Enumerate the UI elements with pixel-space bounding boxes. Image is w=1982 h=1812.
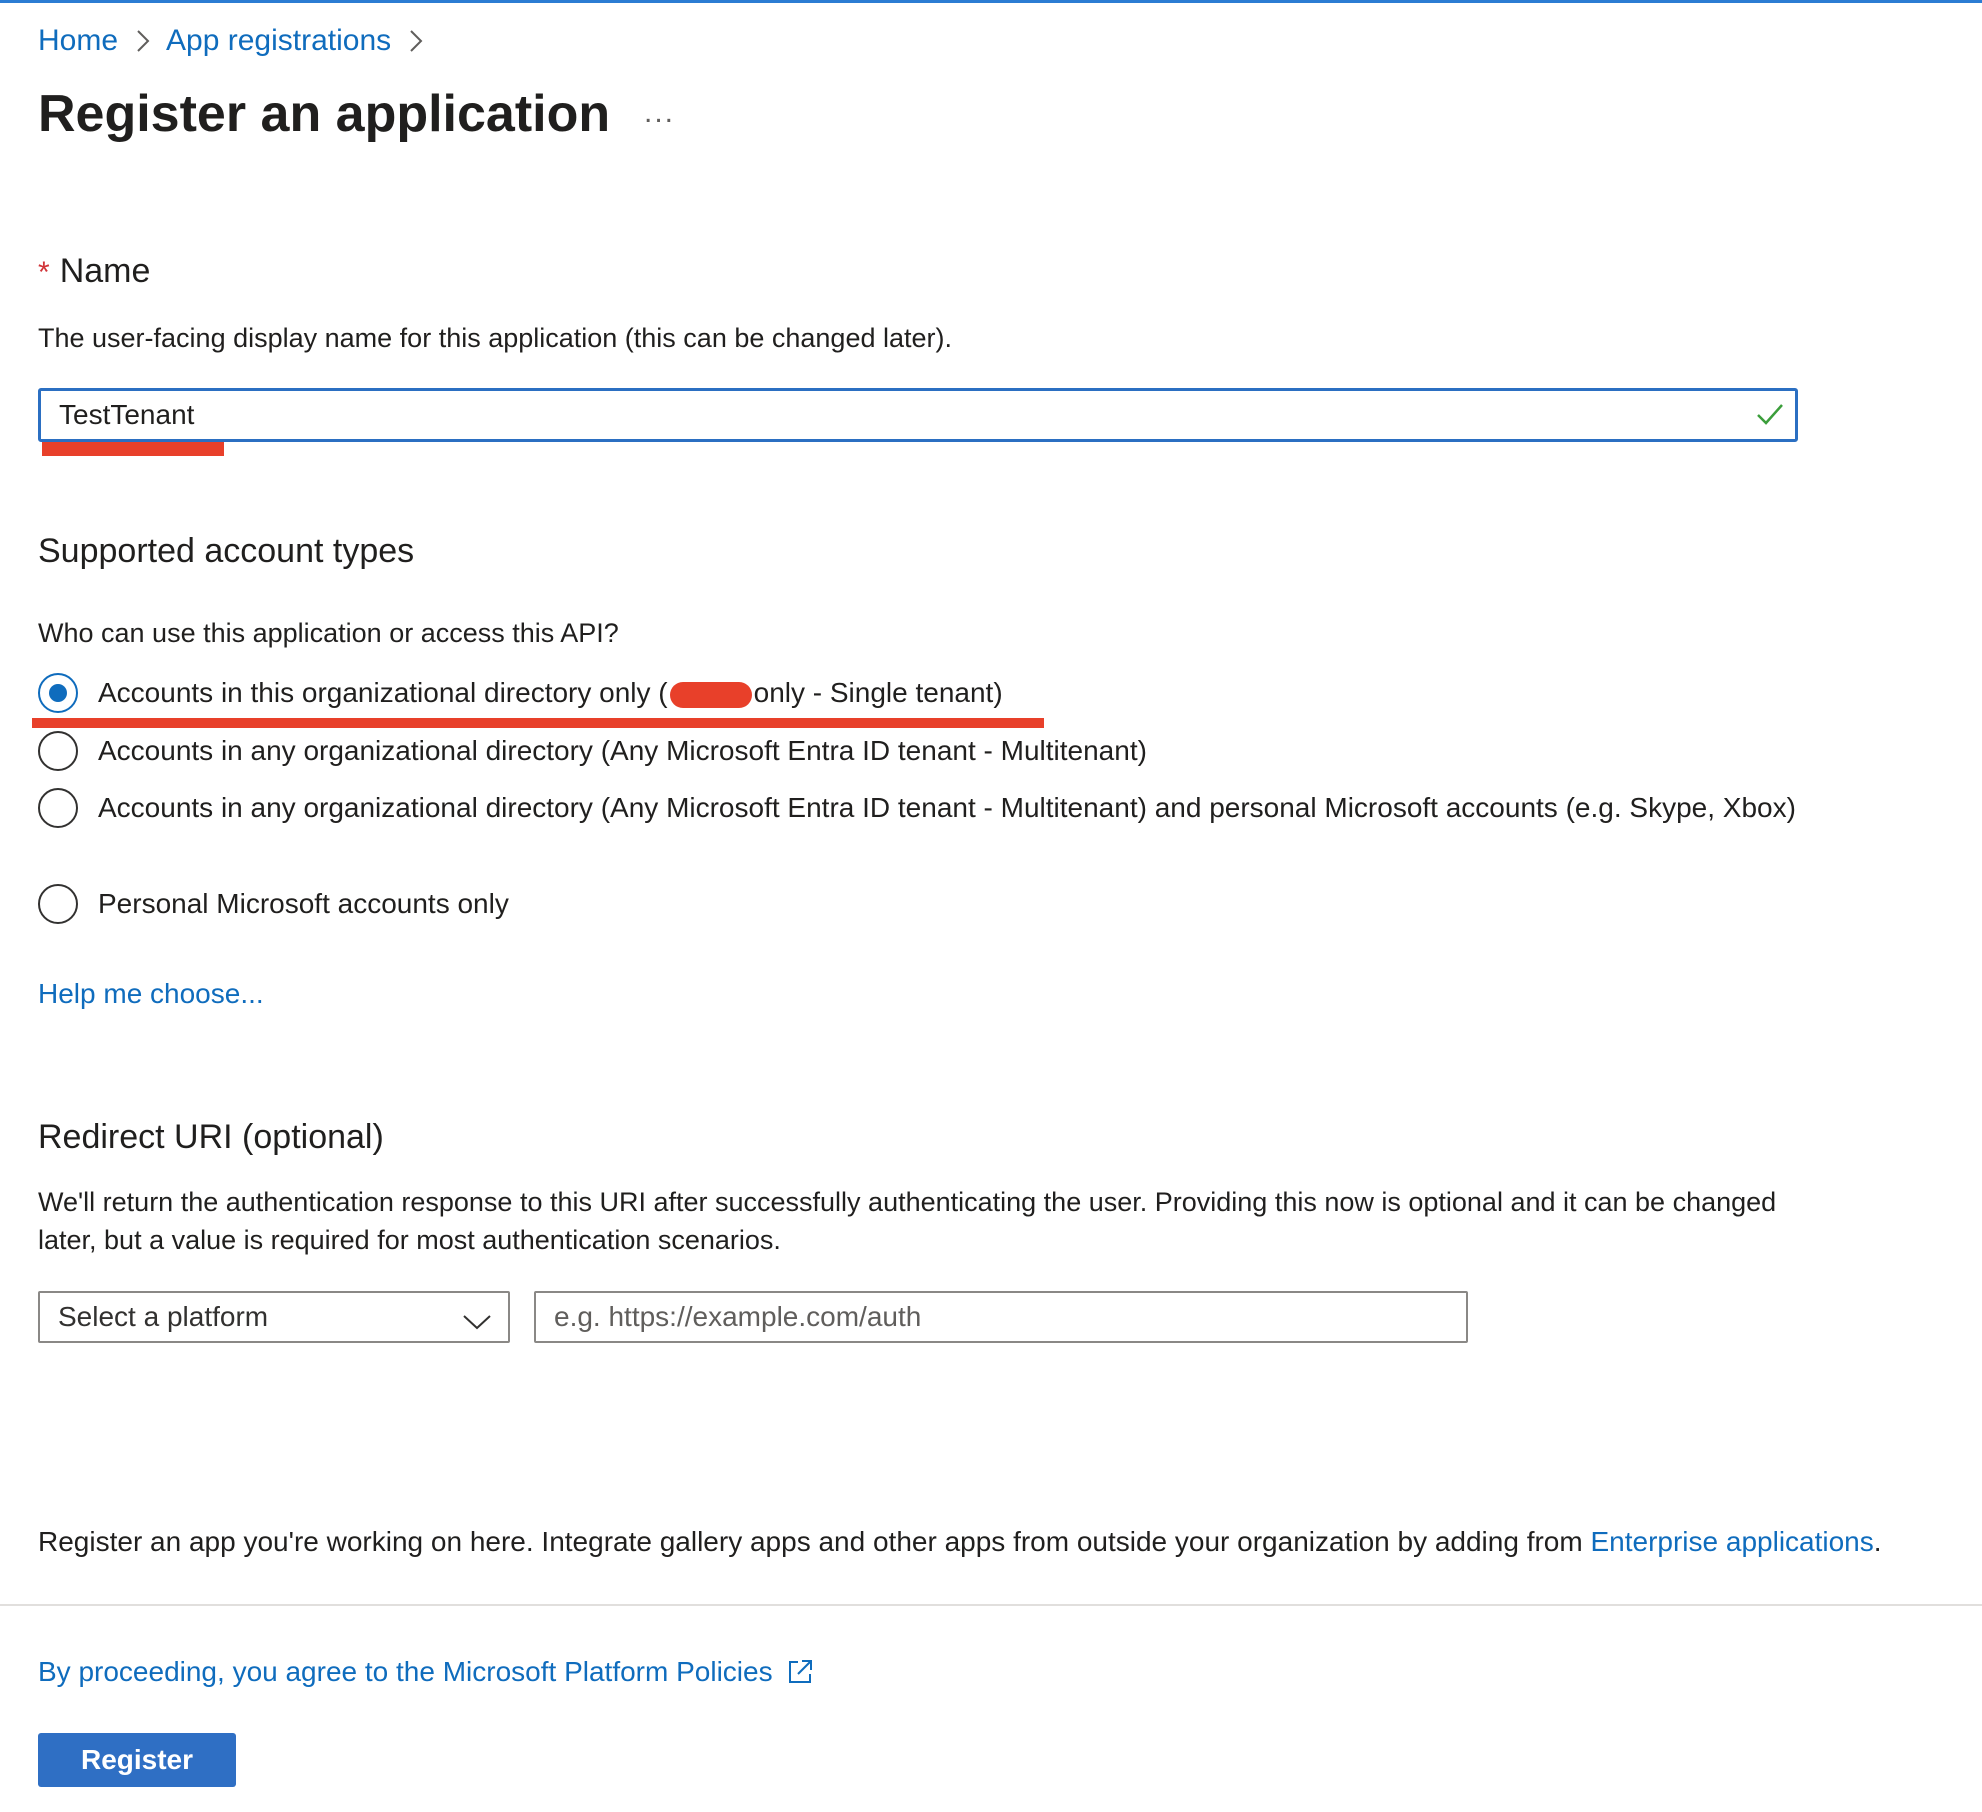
redirect-uri-description: We'll return the authentication response… — [38, 1187, 1777, 1255]
required-marker: * — [38, 256, 50, 289]
name-label: * Name — [38, 252, 150, 291]
account-types-heading: Supported account types — [38, 532, 415, 570]
top-accent-line — [0, 0, 1982, 3]
external-link-icon — [785, 1657, 815, 1687]
annotation-underline — [32, 718, 1044, 728]
enterprise-applications-link[interactable]: Enterprise applications — [1590, 1526, 1873, 1557]
annotation-underline — [42, 442, 224, 456]
radio-button[interactable] — [38, 731, 78, 771]
radio-single-tenant[interactable]: Accounts in this organizational director… — [38, 673, 1003, 713]
redirect-uri-input[interactable] — [534, 1291, 1468, 1343]
radio-personal-only-label: Personal Microsoft accounts only — [98, 888, 509, 919]
name-label-text: Name — [59, 252, 151, 290]
chevron-right-icon — [409, 29, 423, 53]
platform-policies-text: By proceeding, you agree to the Microsof… — [38, 1656, 773, 1687]
chevron-right-icon — [136, 29, 150, 53]
page-title: Register an application — [38, 85, 611, 143]
redaction-mark — [669, 681, 752, 708]
radio-personal-only[interactable]: Personal Microsoft accounts only — [38, 884, 509, 924]
platform-policies-link[interactable]: By proceeding, you agree to the Microsof… — [38, 1656, 815, 1688]
radio-button[interactable] — [38, 788, 78, 828]
radio-button-checked[interactable] — [38, 673, 78, 713]
more-options-button[interactable]: ... — [644, 96, 675, 130]
footer-note: Register an app you're working on here. … — [38, 1526, 1882, 1557]
account-types-question: Who can use this application or access t… — [38, 618, 619, 648]
radio-multitenant[interactable]: Accounts in any organizational directory… — [38, 731, 1147, 771]
radio-multitenant-personal-label: Accounts in any organizational directory… — [98, 792, 1796, 823]
radio-single-tenant-label: Accounts in this organizational director… — [98, 677, 1003, 708]
breadcrumb: Home App registrations — [38, 24, 439, 58]
platform-select-value: Select a platform — [58, 1301, 269, 1332]
radio-multitenant-personal[interactable]: Accounts in any organizational directory… — [38, 788, 1796, 828]
radio-multitenant-label: Accounts in any organizational directory… — [98, 735, 1147, 766]
name-input[interactable]: TestTenant — [38, 388, 1798, 442]
redirect-uri-heading: Redirect URI (optional) — [38, 1118, 384, 1156]
radio-button[interactable] — [38, 884, 78, 924]
help-me-choose-link[interactable]: Help me choose... — [38, 978, 264, 1010]
breadcrumb-app-registrations-link[interactable]: App registrations — [166, 24, 391, 58]
checkmark-icon — [1755, 399, 1785, 436]
register-button[interactable]: Register — [38, 1733, 236, 1787]
platform-select[interactable]: Select a platform — [38, 1291, 510, 1343]
footer-divider — [0, 1604, 1982, 1606]
chevron-down-icon — [462, 1307, 492, 1339]
name-input-value: TestTenant — [59, 399, 195, 430]
breadcrumb-home-link[interactable]: Home — [38, 24, 118, 58]
name-description: The user-facing display name for this ap… — [38, 323, 952, 353]
